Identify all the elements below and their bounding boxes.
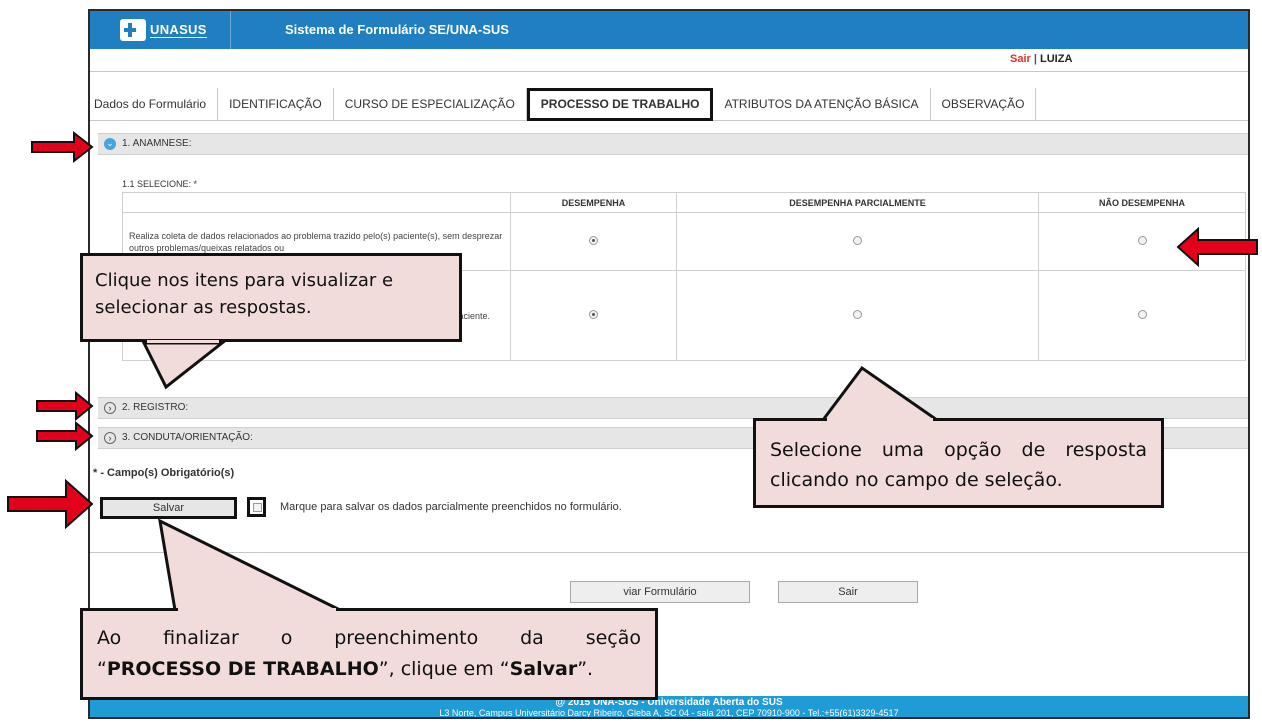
partial-save-checkbox-highlight — [247, 497, 266, 517]
callout-line: “PROCESSO DE TRABALHO”, clique em “Salva… — [97, 658, 594, 680]
app-title: Sistema de Formulário SE/UNA-SUS — [285, 22, 509, 37]
tab-dados-do-formulario[interactable]: Dados do Formulário — [90, 88, 219, 121]
section-title: 2. REGISTRO: — [122, 402, 189, 413]
grid-header-desempenha: DESEMPENHA — [510, 192, 677, 213]
tab-processo-de-trabalho[interactable]: PROCESSO DE TRABALHO — [526, 88, 714, 121]
section-registro-header[interactable]: › 2. REGISTRO: — [98, 397, 1248, 419]
logo-text: UNASUS — [150, 21, 207, 38]
tab-observacao[interactable]: OBSERVAÇÃO — [931, 88, 1037, 121]
tab-identificacao[interactable]: IDENTIFICAÇÃO — [218, 88, 334, 121]
grid-header-nao-desempenha: NÃO DESEMPENHA — [1038, 192, 1246, 213]
save-button[interactable]: Salvar — [100, 497, 237, 519]
radio-desempenha[interactable] — [589, 310, 598, 319]
circle-chevron-right-icon: › — [104, 402, 116, 414]
top-bar: UNASUS Sistema de Formulário SE/UNA-SUS — [90, 11, 1248, 49]
circle-chevron-right-icon: › — [104, 432, 116, 444]
divider — [90, 552, 1248, 553]
footer-address: L3 Norte, Campus Universitário Darcy Rib… — [439, 708, 899, 718]
partial-save-checkbox[interactable] — [253, 503, 262, 512]
exit-button[interactable]: Sair — [778, 581, 918, 603]
red-arrow-right-icon — [36, 390, 94, 422]
partial-save-label: Marque para salvar os dados parcialmente… — [280, 501, 622, 513]
grid-header-desempenha-parcialmente: DESEMPENHA PARCIALMENTE — [676, 192, 1039, 213]
radio-nao-desempenha[interactable] — [1137, 310, 1147, 319]
user-name: LUIZA — [1040, 53, 1073, 65]
question-label: 1.1 SELECIONE: * — [122, 179, 198, 189]
tab-atributos-da-atencao-basica[interactable]: ATRIBUTOS DA ATENÇÃO BÁSICA — [713, 88, 931, 121]
callout-click-items: Clique nos itens para visualizar e selec… — [80, 253, 462, 342]
grid-header-empty — [122, 192, 511, 213]
red-arrow-right-icon — [31, 130, 94, 164]
required-note: * - Campo(s) Obrigatório(s) — [93, 467, 235, 479]
radio-desempenha-parcialmente[interactable] — [853, 310, 862, 319]
section-title: 1. ANAMNESE: — [122, 138, 192, 149]
logout-link[interactable]: Sair — [1010, 53, 1031, 65]
callout-select-option: Selecione uma opção de resposta clicando… — [753, 418, 1164, 508]
radio-desempenha[interactable] — [589, 236, 598, 245]
tab-curso-de-especializacao[interactable]: CURSO DE ESPECIALIZAÇÃO — [334, 88, 527, 121]
unasus-logo[interactable]: UNASUS — [120, 18, 207, 42]
radio-nao-desempenha[interactable] — [1137, 236, 1147, 245]
section-title: 3. CONDUTA/ORIENTAÇÃO: — [122, 432, 253, 443]
unasus-logo-icon — [120, 19, 146, 41]
red-arrow-right-icon — [7, 478, 94, 530]
header-divider — [230, 11, 231, 49]
user-bar: Sair | LUIZA — [90, 49, 1248, 71]
callout-save-section: Ao finalizar o preenchimento da seção “P… — [80, 608, 658, 700]
divider — [90, 71, 1248, 72]
form-tabs: Dados do Formulário IDENTIFICAÇÃO CURSO … — [90, 88, 1248, 121]
red-arrow-right-icon — [36, 420, 94, 452]
callout-line: Ao finalizar o preenchimento da seção — [97, 627, 641, 649]
circle-chevron-down-icon: ⌄ — [104, 138, 116, 150]
section-anamnese-header[interactable]: ⌄ 1. ANAMNESE: — [98, 133, 1248, 155]
radio-desempenha-parcialmente[interactable] — [853, 236, 862, 245]
grid-header-row: DESEMPENHA DESEMPENHA PARCIALMENTE NÃO D… — [122, 192, 1246, 213]
user-separator: | — [1033, 53, 1037, 65]
send-form-button[interactable]: viar Formulário — [570, 581, 750, 603]
